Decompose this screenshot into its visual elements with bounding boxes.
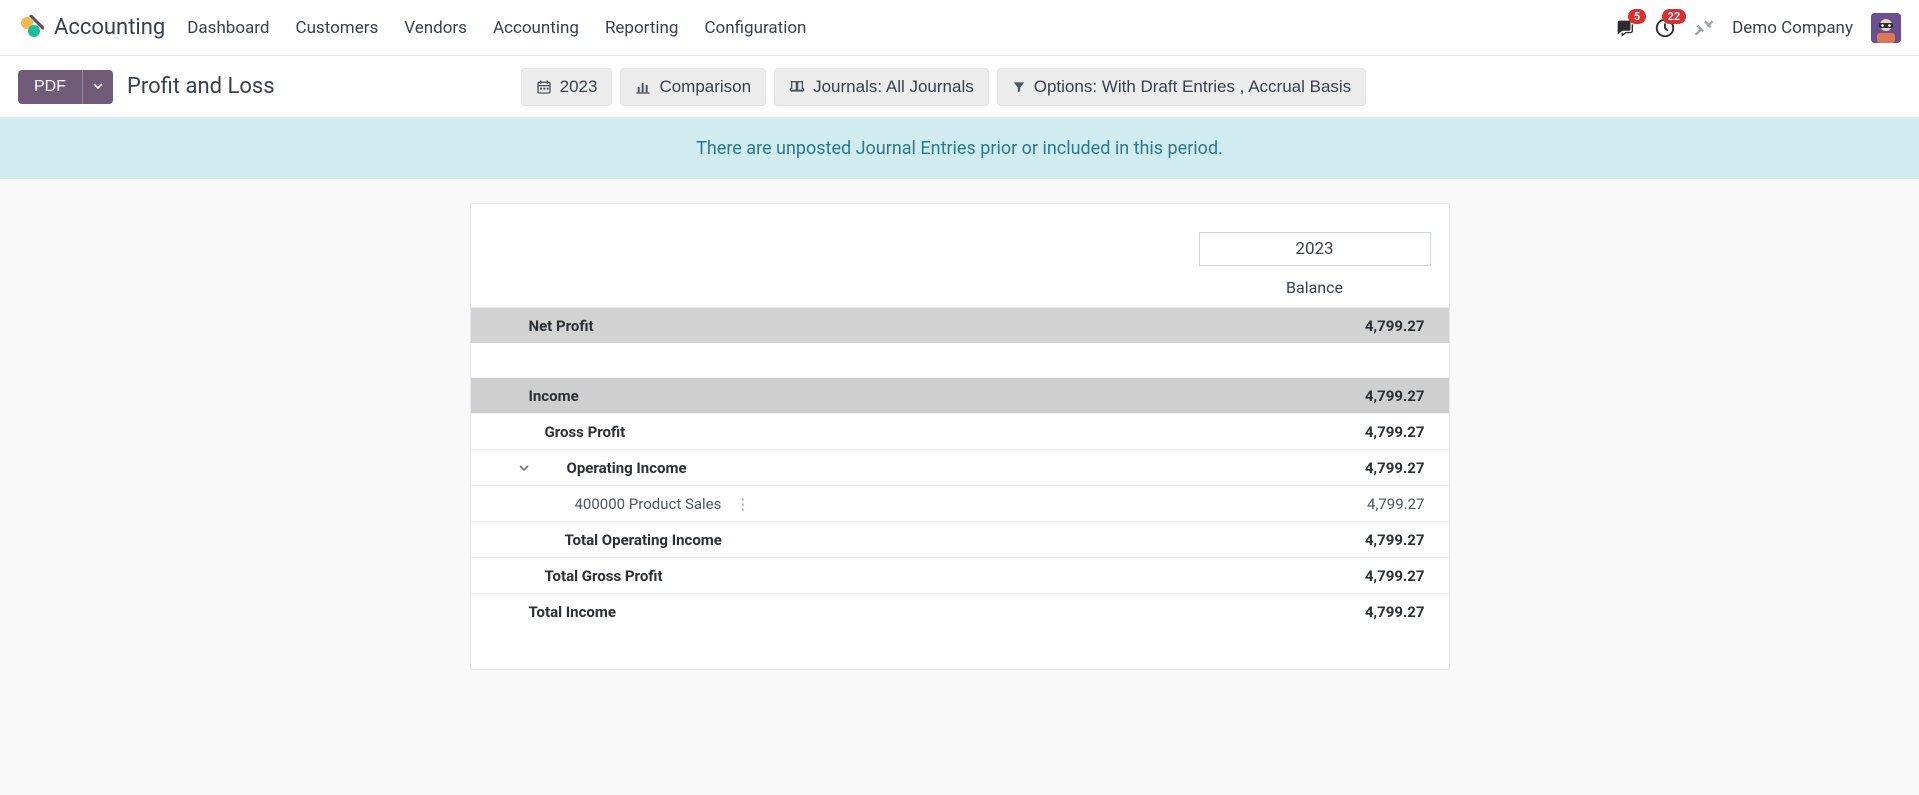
pdf-button[interactable]: PDF <box>18 70 82 104</box>
activities-icon[interactable]: 22 <box>1654 17 1676 39</box>
app-logo-icon[interactable] <box>18 15 44 41</box>
topbar: Accounting Dashboard Customers Vendors A… <box>0 0 1919 56</box>
operating-income-label: Operating Income <box>567 459 687 477</box>
row-total-gross-profit[interactable]: Total Gross Profit 4,799.27 <box>471 557 1449 593</box>
report-container: 2023 Balance Net Profit 4,799.27 Income … <box>0 179 1919 710</box>
options-filter[interactable]: Options: With Draft Entries , Accrual Ba… <box>997 68 1366 106</box>
total-gross-profit-amount: 4,799.27 <box>1199 567 1431 585</box>
caret-down-icon <box>93 78 103 95</box>
net-profit-label: Net Profit <box>529 317 594 335</box>
pdf-button-group: PDF <box>18 70 113 104</box>
row-gross-profit[interactable]: Gross Profit 4,799.27 <box>471 413 1449 449</box>
total-operating-income-label: Total Operating Income <box>565 531 722 549</box>
row-product-sales[interactable]: 400000 Product Sales ⋮ 4,799.27 <box>471 485 1449 521</box>
total-gross-profit-label: Total Gross Profit <box>545 567 663 585</box>
balance-label-text: Balance <box>1199 278 1431 297</box>
menu-customers[interactable]: Customers <box>296 18 379 38</box>
journals-filter-label: Journals: All Journals <box>813 77 974 97</box>
total-income-amount: 4,799.27 <box>1199 603 1431 621</box>
avatar[interactable] <box>1871 13 1901 43</box>
product-sales-amount: 4,799.27 <box>1199 495 1431 513</box>
menu-dashboard[interactable]: Dashboard <box>187 18 269 38</box>
tools-icon[interactable] <box>1694 18 1714 38</box>
income-label: Income <box>529 387 579 405</box>
comparison-filter-label: Comparison <box>659 77 751 97</box>
comparison-filter[interactable]: Comparison <box>620 68 766 106</box>
menu-vendors[interactable]: Vendors <box>404 18 467 38</box>
filter-group: 2023 Comparison Journals: All Journals O… <box>521 68 1367 106</box>
income-amount: 4,799.27 <box>1199 387 1431 405</box>
activities-badge: 22 <box>1662 9 1687 24</box>
row-total-income[interactable]: Total Income 4,799.27 <box>471 593 1449 629</box>
menu-configuration[interactable]: Configuration <box>704 18 806 38</box>
gross-profit-label: Gross Profit <box>545 423 626 441</box>
alert-text: There are unposted Journal Entries prior… <box>696 138 1223 159</box>
options-filter-label: Options: With Draft Entries , Accrual Ba… <box>1034 77 1351 97</box>
net-profit-amount: 4,799.27 <box>1199 317 1431 335</box>
journals-filter[interactable]: Journals: All Journals <box>774 68 989 106</box>
messages-icon[interactable]: 5 <box>1614 17 1636 39</box>
product-sales-label: 400000 Product Sales <box>575 495 722 513</box>
profit-and-loss-report: 2023 Balance Net Profit 4,799.27 Income … <box>470 203 1450 670</box>
company-switcher[interactable]: Demo Company <box>1732 18 1853 38</box>
controlbar: PDF Profit and Loss 2023 Comparison Jour… <box>0 56 1919 118</box>
spacer <box>471 343 1449 377</box>
bar-chart-icon <box>635 79 651 95</box>
balance-column-header: Balance <box>471 272 1449 307</box>
gross-profit-amount: 4,799.27 <box>1199 423 1431 441</box>
app-title[interactable]: Accounting <box>54 15 165 40</box>
period-filter[interactable]: 2023 <box>521 68 613 106</box>
topbar-right: 5 22 Demo Company <box>1614 13 1901 43</box>
menu-reporting[interactable]: Reporting <box>605 18 679 38</box>
caret-down-icon[interactable] <box>517 463 531 473</box>
report-year-chip[interactable]: 2023 <box>1199 232 1431 266</box>
pdf-dropdown-toggle[interactable] <box>82 70 113 104</box>
total-operating-income-amount: 4,799.27 <box>1199 531 1431 549</box>
row-income[interactable]: Income 4,799.27 <box>471 377 1449 413</box>
period-filter-label: 2023 <box>560 77 598 97</box>
menu-accounting[interactable]: Accounting <box>493 18 579 38</box>
report-title: Profit and Loss <box>127 74 275 99</box>
main-menu: Dashboard Customers Vendors Accounting R… <box>187 18 806 38</box>
row-actions-icon[interactable]: ⋮ <box>735 495 751 513</box>
filter-icon <box>1012 80 1026 94</box>
operating-income-amount: 4,799.27 <box>1199 459 1431 477</box>
report-column-header: 2023 <box>471 232 1449 272</box>
unposted-entries-alert[interactable]: There are unposted Journal Entries prior… <box>0 118 1919 179</box>
total-income-label: Total Income <box>529 603 616 621</box>
calendar-icon <box>536 79 552 95</box>
messages-badge: 5 <box>1628 9 1646 24</box>
row-operating-income[interactable]: Operating Income 4,799.27 <box>471 449 1449 485</box>
book-icon <box>789 79 805 95</box>
row-total-operating-income[interactable]: Total Operating Income 4,799.27 <box>471 521 1449 557</box>
row-net-profit[interactable]: Net Profit 4,799.27 <box>471 307 1449 343</box>
